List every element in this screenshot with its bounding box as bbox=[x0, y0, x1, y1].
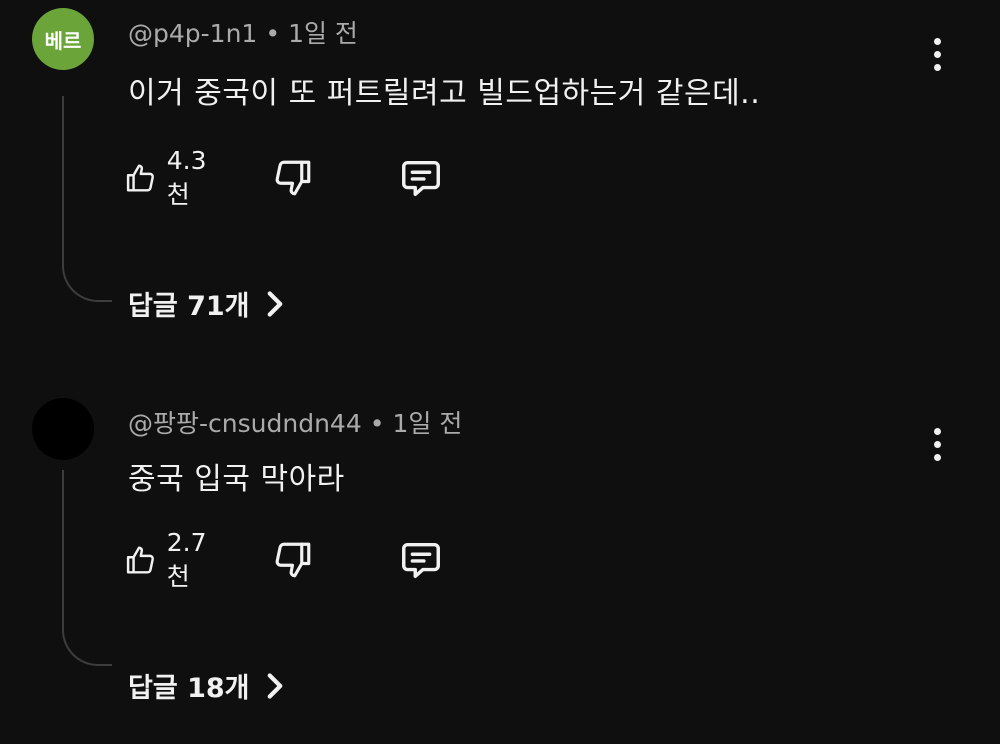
view-replies-button[interactable]: 답글 71개 bbox=[128, 284, 284, 323]
avatar-initials: 베르 bbox=[44, 28, 82, 53]
comment-author[interactable]: @p4p-1n1 bbox=[128, 19, 257, 48]
comment-item: 베르 @p4p-1n1 • 1일 전 이거 중국이 또 퍼트릴려고 빌드업하는거 같… bbox=[0, 8, 1000, 338]
reply-button[interactable] bbox=[398, 530, 444, 590]
like-button[interactable]: 4.3천 bbox=[124, 145, 216, 209]
more-vertical-icon bbox=[933, 37, 941, 45]
like-count: 4.3천 bbox=[166, 145, 207, 209]
comment-text: 이거 중국이 또 퍼트릴려고 빌드업하는거 같은데.. bbox=[128, 76, 761, 111]
comment-time: 1일 전 bbox=[288, 19, 358, 48]
more-vertical-icon-dot bbox=[933, 50, 941, 58]
chevron-right-icon bbox=[267, 672, 282, 699]
like-button[interactable]: 2.7천 bbox=[124, 527, 216, 591]
meta-separator: • bbox=[265, 19, 281, 48]
dislike-button[interactable] bbox=[272, 530, 314, 590]
more-options-button[interactable] bbox=[922, 414, 952, 474]
more-vertical-icon-dot bbox=[933, 63, 941, 71]
thumbs-down-icon bbox=[275, 160, 311, 196]
replies-count-label: 답글 71개 bbox=[128, 291, 250, 322]
comment-meta: @팡팡-cnsudndn44 • 1일 전 bbox=[128, 404, 462, 440]
thumbs-up-icon bbox=[126, 546, 154, 574]
comment-time: 1일 전 bbox=[392, 409, 463, 438]
avatar[interactable]: 베르 bbox=[32, 8, 94, 70]
more-vertical-icon-dot bbox=[933, 440, 941, 448]
thread-line bbox=[62, 96, 112, 302]
avatar[interactable] bbox=[32, 398, 94, 460]
like-count: 2.7천 bbox=[166, 527, 207, 591]
chevron-right-icon bbox=[267, 290, 282, 317]
comment-meta: @p4p-1n1 • 1일 전 bbox=[128, 14, 358, 50]
comment-author[interactable]: @팡팡-cnsudndn44 bbox=[128, 409, 362, 438]
comment-icon bbox=[402, 160, 440, 197]
meta-separator: • bbox=[369, 409, 385, 438]
replies-count-label: 답글 18개 bbox=[128, 673, 250, 704]
thumbs-up-icon bbox=[126, 164, 154, 192]
dislike-button[interactable] bbox=[272, 148, 314, 208]
thread-line bbox=[62, 470, 112, 666]
more-vertical-icon bbox=[933, 427, 941, 435]
comment-text: 중국 입국 막아라 bbox=[128, 462, 345, 497]
thumbs-down-icon bbox=[275, 542, 311, 578]
comment-item: @팡팡-cnsudndn44 • 1일 전 중국 입국 막아라 2.7천 답글 … bbox=[0, 398, 1000, 738]
view-replies-button[interactable]: 답글 18개 bbox=[128, 666, 284, 705]
more-vertical-icon-dot bbox=[933, 453, 941, 461]
more-options-button[interactable] bbox=[922, 24, 952, 84]
reply-button[interactable] bbox=[398, 148, 444, 208]
comment-icon bbox=[402, 542, 440, 579]
